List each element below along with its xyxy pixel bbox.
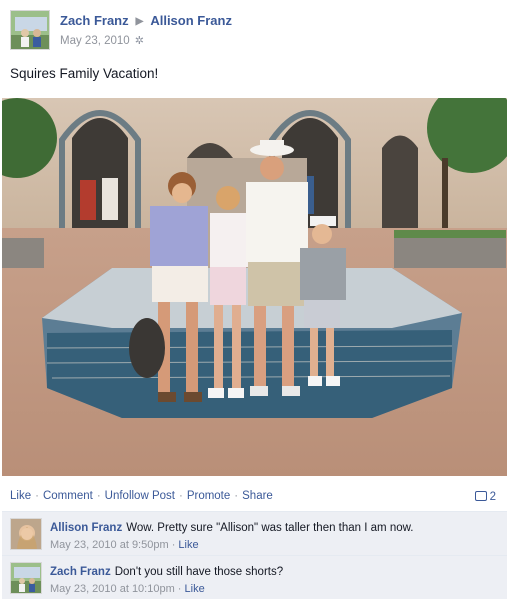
post-actions: Like · Comment · Unfollow Post · Promote · Share… — [10, 490, 496, 503]
share-link[interactable]: Share — [242, 490, 273, 502]
commenter-avatar[interactable] — [10, 562, 42, 594]
commenter-avatar[interactable] — [10, 518, 42, 550]
comment-like-link[interactable]: Like — [178, 539, 198, 551]
comment-item: Allison Franz Wow. Pretty sure "Allison" … — [2, 511, 507, 555]
comment-list: Allison Franz Wow. Pretty sure "Allison" … — [2, 511, 507, 599]
comment-bubble-icon — [474, 491, 487, 501]
post-photo[interactable] — [2, 98, 507, 476]
comment-meta: May 23, 2010 at 10:10pm · Like — [50, 583, 205, 595]
target-link[interactable]: Allison Franz — [150, 13, 232, 28]
post-meta: May 23, 2010 ✲ — [60, 34, 144, 47]
comment-meta: May 23, 2010 at 9:50pm · Like — [50, 539, 199, 551]
comment-count-value: 2 — [489, 491, 496, 503]
comment-body: Don't you still have those shorts? — [114, 566, 284, 578]
author-link[interactable]: Zach Franz — [60, 13, 129, 28]
author-avatar[interactable] — [10, 10, 50, 50]
comment-author[interactable]: Zach Franz — [50, 566, 111, 578]
comment-like-link[interactable]: Like — [185, 583, 205, 595]
author-line: Zach Franz ▶ Allison Franz — [60, 13, 232, 28]
comment-text-line: Zach Franz Don't you still have those sho… — [50, 566, 283, 578]
gear-icon[interactable]: ✲ — [135, 34, 144, 47]
separator: · — [234, 490, 239, 502]
comment-count[interactable]: 2 — [474, 490, 496, 503]
comment-item: Zach Franz Don't you still have those sho… — [2, 555, 507, 599]
comment-body: Wow. Pretty sure "Allison" was taller th… — [126, 522, 414, 534]
unfollow-link[interactable]: Unfollow Post — [105, 490, 175, 502]
post-date[interactable]: May 23, 2010 — [60, 35, 130, 47]
comment-text-line: Allison Franz Wow. Pretty sure "Allison" … — [50, 522, 413, 534]
post-header: Zach Franz ▶ Allison Franz May 23, 2010 ✲ — [10, 10, 500, 52]
comment-timestamp[interactable]: May 23, 2010 at 9:50pm — [50, 539, 169, 551]
comment-timestamp[interactable]: May 23, 2010 at 10:10pm — [50, 583, 175, 595]
separator: · — [96, 490, 101, 502]
post-status: Squires Family Vacation! — [10, 66, 159, 81]
like-link[interactable]: Like — [10, 490, 31, 502]
separator: · — [178, 490, 183, 502]
right-arrow-icon: ▶ — [135, 16, 144, 27]
separator: · — [35, 490, 39, 502]
comment-author[interactable]: Allison Franz — [50, 522, 122, 534]
comment-link[interactable]: Comment — [43, 490, 93, 502]
promote-link[interactable]: Promote — [187, 490, 230, 502]
